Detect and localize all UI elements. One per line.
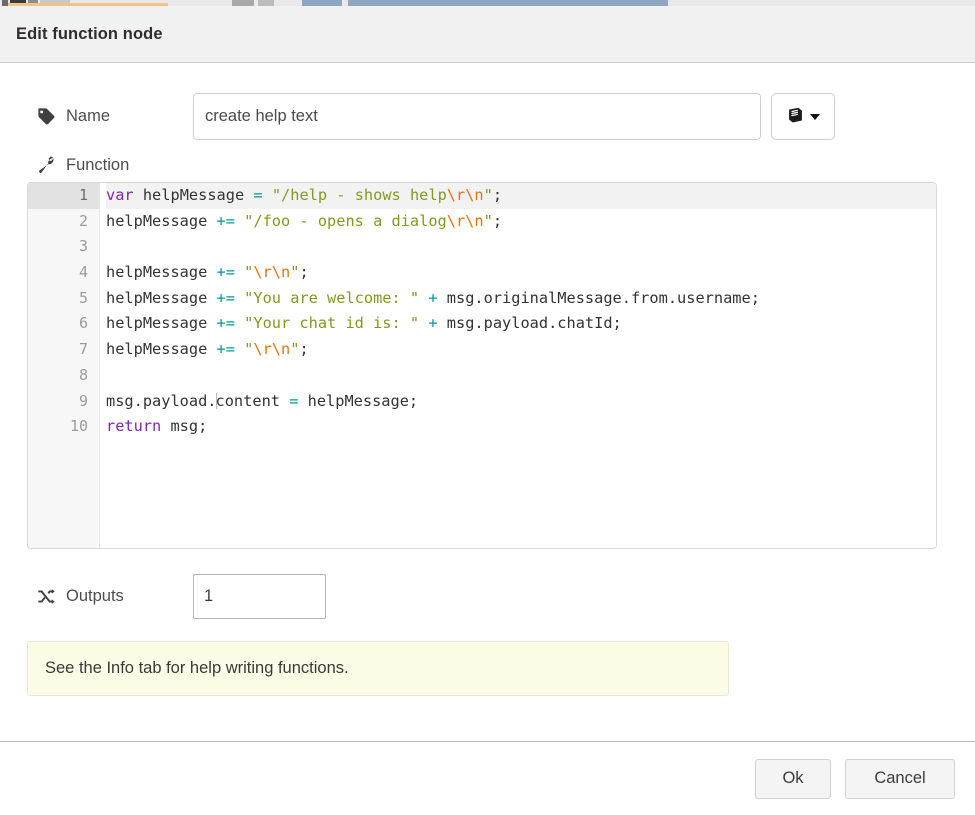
code-token-plain: msg.payload. xyxy=(106,392,217,410)
code-token-escape: \r\n xyxy=(447,186,484,204)
code-token-plain: helpMessage xyxy=(106,289,217,307)
outputs-input[interactable] xyxy=(194,575,326,618)
code-token-plain: ; xyxy=(493,186,502,204)
code-token-plain: helpMessage xyxy=(106,340,217,358)
code-token-plain: helpMessage xyxy=(106,314,217,332)
book-icon xyxy=(786,106,805,128)
code-token-string: " xyxy=(484,186,493,204)
name-row: Name xyxy=(27,93,948,140)
code-token-string: "/foo - opens a dialog xyxy=(244,212,447,230)
editor-code-line: msg.payload.content = helpMessage; xyxy=(106,389,936,415)
chevron-down-icon xyxy=(810,114,820,120)
code-token-operator: + xyxy=(428,314,437,332)
code-token-operator: += xyxy=(217,212,235,230)
code-token-plain: msg.payload.chatId; xyxy=(438,314,622,332)
editor-line-number: 9 xyxy=(28,389,99,415)
editor-code-line: helpMessage += "\r\n"; xyxy=(106,260,936,286)
code-token-string: "Your chat id is: " xyxy=(244,314,419,332)
editor-line-number: 1 xyxy=(28,183,99,209)
code-token-operator: += xyxy=(217,289,235,307)
code-token-plain xyxy=(263,186,272,204)
editor-code-area[interactable]: var helpMessage = "/help - shows help\r\… xyxy=(100,183,936,548)
editor-line-number: 4 xyxy=(28,260,99,286)
editor-line-number: 2 xyxy=(28,209,99,235)
code-token-string: " xyxy=(484,212,493,230)
code-token-plain xyxy=(419,314,428,332)
code-token-plain: ; xyxy=(493,212,502,230)
info-notice: See the Info tab for help writing functi… xyxy=(27,641,729,696)
editor-line-number: 8 xyxy=(28,363,99,389)
outputs-label: Outputs xyxy=(27,587,193,606)
dialog-footer: Ok Cancel xyxy=(0,741,975,815)
cancel-button[interactable]: Cancel xyxy=(845,759,955,799)
shuffle-icon xyxy=(37,587,57,606)
dialog-titlebar: Edit function node xyxy=(0,6,975,63)
code-token-operator: += xyxy=(217,263,235,281)
code-token-plain xyxy=(419,289,428,307)
editor-code-line: helpMessage += "\r\n"; xyxy=(106,337,936,363)
code-token-string: "/help - shows help xyxy=(272,186,447,204)
editor-line-number: 6 xyxy=(28,311,99,337)
edit-function-node-dialog: Edit function node Name xyxy=(0,6,975,815)
editor-code-line xyxy=(106,363,936,389)
code-token-string: "You are welcome: " xyxy=(244,289,419,307)
dialog-title: Edit function node xyxy=(16,25,163,44)
code-token-plain: helpMessage xyxy=(106,212,217,230)
code-token-plain: ; xyxy=(299,340,308,358)
code-token-plain xyxy=(235,212,244,230)
code-token-string: " xyxy=(244,263,253,281)
code-token-operator: += xyxy=(217,340,235,358)
code-token-plain xyxy=(235,263,244,281)
editor-line-number: 10 xyxy=(28,414,99,440)
code-token-plain: content xyxy=(216,392,290,410)
editor-code-line: helpMessage += "/foo - opens a dialog\r\… xyxy=(106,209,936,235)
editor-line-number: 3 xyxy=(28,234,99,260)
function-code-editor[interactable]: 12345678910 var helpMessage = "/help - s… xyxy=(27,182,937,549)
function-label: Function xyxy=(27,156,193,175)
code-token-plain: helpMessage; xyxy=(298,392,418,410)
code-token-operator: = xyxy=(253,186,262,204)
tag-icon xyxy=(37,107,57,126)
name-label: Name xyxy=(27,107,193,126)
info-notice-text: See the Info tab for help writing functi… xyxy=(45,659,349,678)
editor-line-number: 5 xyxy=(28,286,99,312)
code-token-plain: msg; xyxy=(161,417,207,435)
name-input[interactable] xyxy=(193,93,761,140)
code-token-escape: \r\n xyxy=(253,340,290,358)
name-label-text: Name xyxy=(66,107,110,126)
function-library-button[interactable] xyxy=(771,93,835,140)
code-token-keyword: return xyxy=(106,417,161,435)
outputs-label-text: Outputs xyxy=(66,587,124,606)
dialog-body: Name Function xyxy=(0,63,975,741)
code-token-string: " xyxy=(244,340,253,358)
code-token-escape: \r\n xyxy=(253,263,290,281)
code-token-plain xyxy=(235,289,244,307)
outputs-row: Outputs xyxy=(27,574,948,619)
code-token-plain xyxy=(235,314,244,332)
code-token-plain: helpMessage xyxy=(106,263,217,281)
outputs-stepper[interactable] xyxy=(193,574,326,619)
code-token-escape: \r\n xyxy=(447,212,484,230)
function-label-text: Function xyxy=(66,156,129,175)
code-token-plain xyxy=(235,340,244,358)
editor-line-number: 7 xyxy=(28,337,99,363)
code-token-operator: + xyxy=(428,289,437,307)
wrench-icon xyxy=(37,156,57,175)
code-token-plain: ; xyxy=(299,263,308,281)
editor-code-line: helpMessage += "Your chat id is: " + msg… xyxy=(106,311,936,337)
editor-code-line xyxy=(106,234,936,260)
editor-code-line: return msg; xyxy=(106,414,936,440)
code-token-plain: helpMessage xyxy=(134,186,254,204)
code-token-plain: msg.originalMessage.from.username; xyxy=(438,289,760,307)
code-token-operator: += xyxy=(217,314,235,332)
editor-code-line: helpMessage += "You are welcome: " + msg… xyxy=(106,286,936,312)
ok-button[interactable]: Ok xyxy=(755,759,831,799)
function-label-row: Function xyxy=(27,156,948,175)
editor-code-line: var helpMessage = "/help - shows help\r\… xyxy=(106,183,936,209)
code-token-keyword: var xyxy=(106,186,134,204)
editor-gutter: 12345678910 xyxy=(28,183,100,548)
